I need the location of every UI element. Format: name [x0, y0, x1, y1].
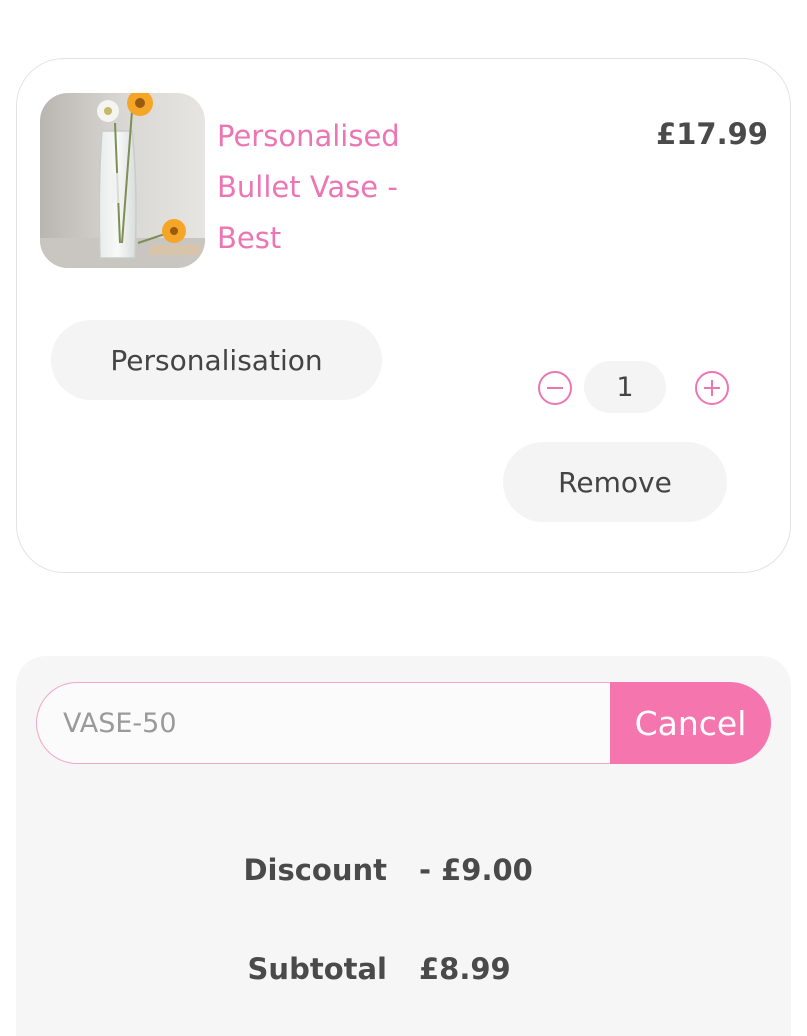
product-thumbnail[interactable] [40, 93, 205, 268]
order-summary: Cancel Discount - £9.00 Subtotal £8.99 [16, 656, 791, 1036]
coupon-row: Cancel [36, 682, 771, 764]
remove-button[interactable]: Remove [503, 442, 727, 522]
subtotal-row: Subtotal £8.99 [16, 952, 791, 1002]
discount-label: Discount [243, 853, 387, 887]
product-price: £17.99 [656, 117, 768, 151]
cancel-coupon-button[interactable]: Cancel [610, 682, 771, 764]
quantity-stepper [537, 361, 737, 415]
quantity-input[interactable] [584, 361, 666, 413]
minus-circle-icon[interactable] [537, 370, 573, 406]
subtotal-label: Subtotal [247, 952, 387, 986]
discount-value: - £9.00 [419, 853, 533, 887]
coupon-input[interactable] [36, 682, 636, 764]
plus-circle-icon[interactable] [694, 370, 730, 406]
cart-item-card: Personalised Bullet Vase - Best £17.99 P… [16, 58, 791, 573]
vase-image [40, 93, 205, 268]
personalisation-button[interactable]: Personalisation [51, 320, 382, 400]
subtotal-value: £8.99 [419, 952, 511, 986]
product-title-link[interactable]: Personalised Bullet Vase - Best [217, 111, 447, 264]
discount-row: Discount - £9.00 [16, 853, 791, 903]
